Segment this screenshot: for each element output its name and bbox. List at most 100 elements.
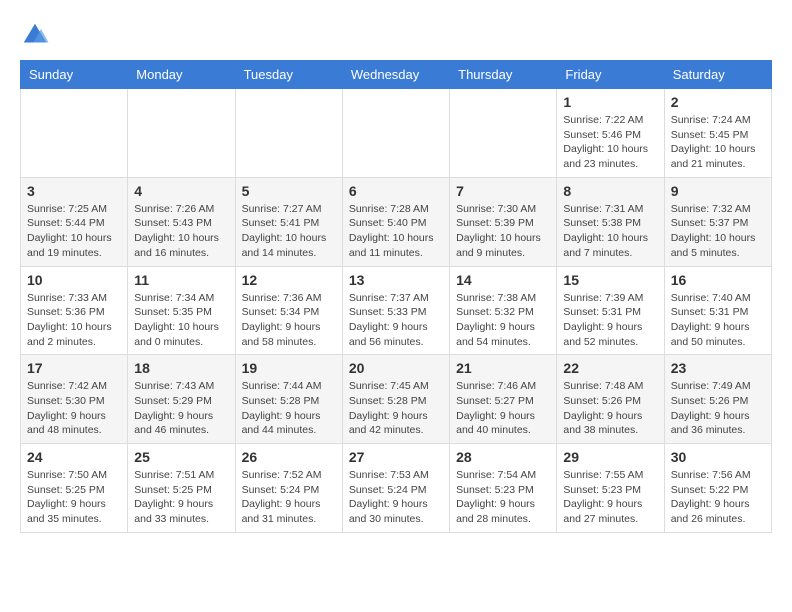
- day-number: 18: [134, 360, 228, 376]
- calendar-table: SundayMondayTuesdayWednesdayThursdayFrid…: [20, 60, 772, 533]
- day-number: 19: [242, 360, 336, 376]
- day-info: Sunrise: 7:37 AM Sunset: 5:33 PM Dayligh…: [349, 291, 443, 350]
- weekday-header-friday: Friday: [557, 61, 664, 89]
- day-info: Sunrise: 7:53 AM Sunset: 5:24 PM Dayligh…: [349, 468, 443, 527]
- day-number: 30: [671, 449, 765, 465]
- day-info: Sunrise: 7:42 AM Sunset: 5:30 PM Dayligh…: [27, 379, 121, 438]
- day-info: Sunrise: 7:24 AM Sunset: 5:45 PM Dayligh…: [671, 113, 765, 172]
- calendar-week-3: 10 Sunrise: 7:33 AM Sunset: 5:36 PM Dayli…: [21, 266, 772, 355]
- calendar-cell: [21, 89, 128, 178]
- day-info: Sunrise: 7:28 AM Sunset: 5:40 PM Dayligh…: [349, 202, 443, 261]
- calendar-cell: 24 Sunrise: 7:50 AM Sunset: 5:25 PM Dayli…: [21, 444, 128, 533]
- day-info: Sunrise: 7:40 AM Sunset: 5:31 PM Dayligh…: [671, 291, 765, 350]
- day-info: Sunrise: 7:39 AM Sunset: 5:31 PM Dayligh…: [563, 291, 657, 350]
- calendar-cell: 5 Sunrise: 7:27 AM Sunset: 5:41 PM Daylig…: [235, 177, 342, 266]
- weekday-header-sunday: Sunday: [21, 61, 128, 89]
- calendar-cell: [342, 89, 449, 178]
- day-number: 24: [27, 449, 121, 465]
- day-number: 9: [671, 183, 765, 199]
- day-info: Sunrise: 7:26 AM Sunset: 5:43 PM Dayligh…: [134, 202, 228, 261]
- day-info: Sunrise: 7:49 AM Sunset: 5:26 PM Dayligh…: [671, 379, 765, 438]
- day-info: Sunrise: 7:45 AM Sunset: 5:28 PM Dayligh…: [349, 379, 443, 438]
- calendar-week-1: 1Sunrise: 7:22 AM Sunset: 5:46 PM Daylig…: [21, 89, 772, 178]
- calendar-cell: 15 Sunrise: 7:39 AM Sunset: 5:31 PM Dayli…: [557, 266, 664, 355]
- day-info: Sunrise: 7:50 AM Sunset: 5:25 PM Dayligh…: [27, 468, 121, 527]
- logo-icon: [20, 20, 50, 50]
- day-info: Sunrise: 7:43 AM Sunset: 5:29 PM Dayligh…: [134, 379, 228, 438]
- day-number: 23: [671, 360, 765, 376]
- day-number: 14: [456, 272, 550, 288]
- day-info: Sunrise: 7:56 AM Sunset: 5:22 PM Dayligh…: [671, 468, 765, 527]
- weekday-header-wednesday: Wednesday: [342, 61, 449, 89]
- day-number: 12: [242, 272, 336, 288]
- calendar-cell: 29 Sunrise: 7:55 AM Sunset: 5:23 PM Dayli…: [557, 444, 664, 533]
- calendar-cell: 6 Sunrise: 7:28 AM Sunset: 5:40 PM Daylig…: [342, 177, 449, 266]
- calendar-cell: 26 Sunrise: 7:52 AM Sunset: 5:24 PM Dayli…: [235, 444, 342, 533]
- day-info: Sunrise: 7:34 AM Sunset: 5:35 PM Dayligh…: [134, 291, 228, 350]
- calendar-cell: 25 Sunrise: 7:51 AM Sunset: 5:25 PM Dayli…: [128, 444, 235, 533]
- day-info: Sunrise: 7:55 AM Sunset: 5:23 PM Dayligh…: [563, 468, 657, 527]
- logo: [20, 20, 56, 50]
- day-number: 10: [27, 272, 121, 288]
- calendar-cell: 13 Sunrise: 7:37 AM Sunset: 5:33 PM Dayli…: [342, 266, 449, 355]
- calendar-cell: 14 Sunrise: 7:38 AM Sunset: 5:32 PM Dayli…: [450, 266, 557, 355]
- day-number: 17: [27, 360, 121, 376]
- calendar-header: SundayMondayTuesdayWednesdayThursdayFrid…: [21, 61, 772, 89]
- day-number: 21: [456, 360, 550, 376]
- day-number: 8: [563, 183, 657, 199]
- day-info: Sunrise: 7:36 AM Sunset: 5:34 PM Dayligh…: [242, 291, 336, 350]
- calendar-cell: 9 Sunrise: 7:32 AM Sunset: 5:37 PM Daylig…: [664, 177, 771, 266]
- day-number: 1: [563, 94, 657, 110]
- day-info: Sunrise: 7:27 AM Sunset: 5:41 PM Dayligh…: [242, 202, 336, 261]
- day-number: 16: [671, 272, 765, 288]
- day-number: 27: [349, 449, 443, 465]
- calendar-cell: 22 Sunrise: 7:48 AM Sunset: 5:26 PM Dayli…: [557, 355, 664, 444]
- calendar-cell: 21 Sunrise: 7:46 AM Sunset: 5:27 PM Dayli…: [450, 355, 557, 444]
- calendar-cell: [128, 89, 235, 178]
- day-info: Sunrise: 7:33 AM Sunset: 5:36 PM Dayligh…: [27, 291, 121, 350]
- weekday-header-monday: Monday: [128, 61, 235, 89]
- day-info: Sunrise: 7:32 AM Sunset: 5:37 PM Dayligh…: [671, 202, 765, 261]
- calendar-cell: 27 Sunrise: 7:53 AM Sunset: 5:24 PM Dayli…: [342, 444, 449, 533]
- weekday-header-tuesday: Tuesday: [235, 61, 342, 89]
- calendar-cell: 12 Sunrise: 7:36 AM Sunset: 5:34 PM Dayli…: [235, 266, 342, 355]
- calendar-cell: 20 Sunrise: 7:45 AM Sunset: 5:28 PM Dayli…: [342, 355, 449, 444]
- day-number: 28: [456, 449, 550, 465]
- day-number: 25: [134, 449, 228, 465]
- day-info: Sunrise: 7:46 AM Sunset: 5:27 PM Dayligh…: [456, 379, 550, 438]
- day-info: Sunrise: 7:30 AM Sunset: 5:39 PM Dayligh…: [456, 202, 550, 261]
- calendar-cell: 23 Sunrise: 7:49 AM Sunset: 5:26 PM Dayli…: [664, 355, 771, 444]
- day-number: 29: [563, 449, 657, 465]
- calendar-cell: 30 Sunrise: 7:56 AM Sunset: 5:22 PM Dayli…: [664, 444, 771, 533]
- day-number: 5: [242, 183, 336, 199]
- day-info: Sunrise: 7:31 AM Sunset: 5:38 PM Dayligh…: [563, 202, 657, 261]
- day-number: 15: [563, 272, 657, 288]
- calendar-cell: 18 Sunrise: 7:43 AM Sunset: 5:29 PM Dayli…: [128, 355, 235, 444]
- calendar-cell: 1Sunrise: 7:22 AM Sunset: 5:46 PM Daylig…: [557, 89, 664, 178]
- calendar-cell: 8 Sunrise: 7:31 AM Sunset: 5:38 PM Daylig…: [557, 177, 664, 266]
- day-info: Sunrise: 7:48 AM Sunset: 5:26 PM Dayligh…: [563, 379, 657, 438]
- day-number: 2: [671, 94, 765, 110]
- calendar-cell: 11 Sunrise: 7:34 AM Sunset: 5:35 PM Dayli…: [128, 266, 235, 355]
- calendar-cell: 19Sunrise: 7:44 AM Sunset: 5:28 PM Dayli…: [235, 355, 342, 444]
- calendar-cell: 3Sunrise: 7:25 AM Sunset: 5:44 PM Daylig…: [21, 177, 128, 266]
- day-number: 6: [349, 183, 443, 199]
- calendar-cell: 10 Sunrise: 7:33 AM Sunset: 5:36 PM Dayli…: [21, 266, 128, 355]
- calendar-cell: [235, 89, 342, 178]
- day-info: Sunrise: 7:51 AM Sunset: 5:25 PM Dayligh…: [134, 468, 228, 527]
- day-info: Sunrise: 7:52 AM Sunset: 5:24 PM Dayligh…: [242, 468, 336, 527]
- day-number: 11: [134, 272, 228, 288]
- calendar-week-5: 24 Sunrise: 7:50 AM Sunset: 5:25 PM Dayli…: [21, 444, 772, 533]
- day-number: 13: [349, 272, 443, 288]
- calendar-week-4: 17 Sunrise: 7:42 AM Sunset: 5:30 PM Dayli…: [21, 355, 772, 444]
- calendar-cell: 4Sunrise: 7:26 AM Sunset: 5:43 PM Daylig…: [128, 177, 235, 266]
- day-number: 22: [563, 360, 657, 376]
- calendar-cell: [450, 89, 557, 178]
- day-number: 20: [349, 360, 443, 376]
- day-info: Sunrise: 7:54 AM Sunset: 5:23 PM Dayligh…: [456, 468, 550, 527]
- day-number: 3: [27, 183, 121, 199]
- page-header: [20, 20, 772, 50]
- weekday-row: SundayMondayTuesdayWednesdayThursdayFrid…: [21, 61, 772, 89]
- day-info: Sunrise: 7:38 AM Sunset: 5:32 PM Dayligh…: [456, 291, 550, 350]
- day-number: 26: [242, 449, 336, 465]
